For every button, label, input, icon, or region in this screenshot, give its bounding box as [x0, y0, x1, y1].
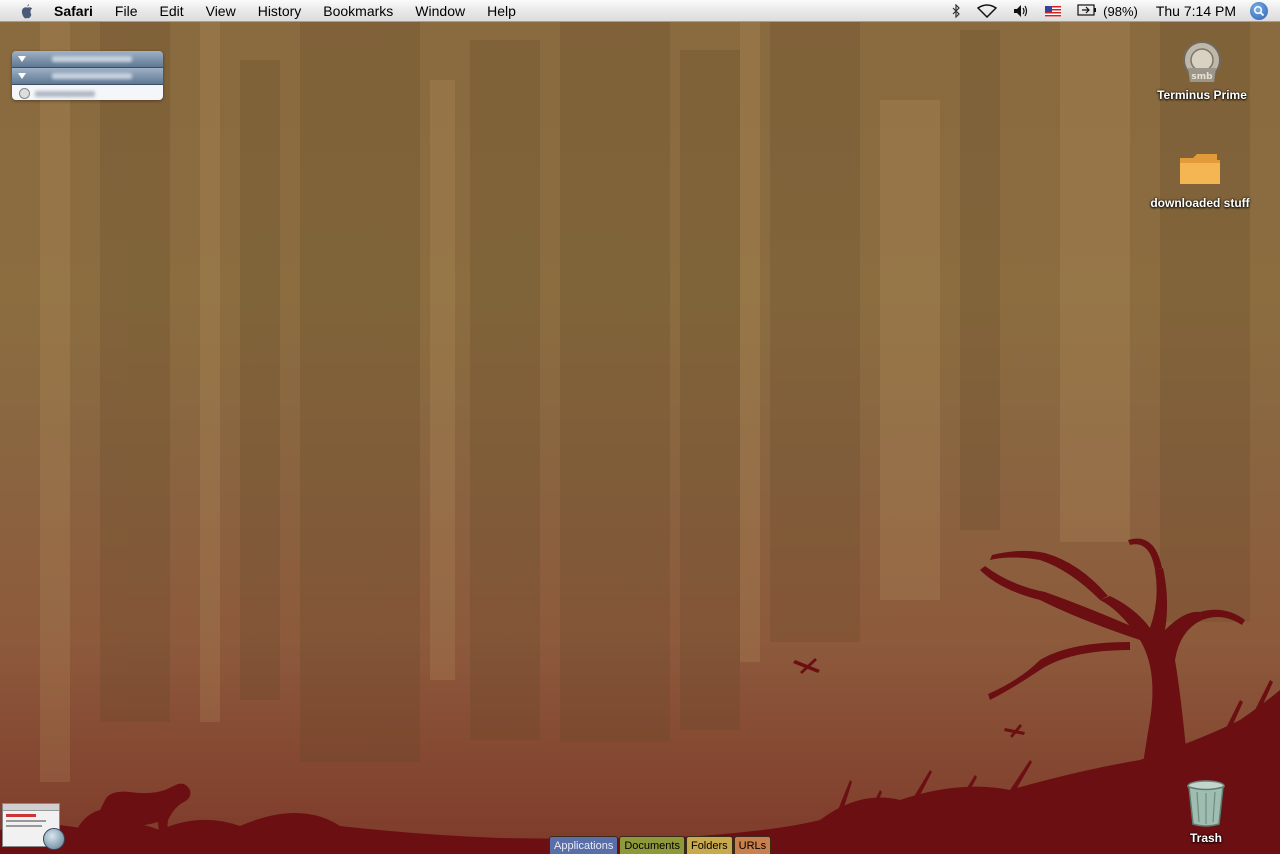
redacted-text [35, 90, 95, 97]
thumbnail-line [6, 825, 42, 827]
blurred-widget-panel[interactable] [12, 51, 163, 100]
thumbnail-titlebar [3, 804, 59, 811]
trash-icon [1146, 778, 1266, 828]
battery-icon [1077, 3, 1097, 19]
redacted-text [52, 73, 132, 79]
menu-extras: (98%) Thu 7:14 PM [944, 0, 1280, 22]
desktop: Safari File Edit View History Bookmarks … [0, 0, 1280, 854]
menu-file[interactable]: File [104, 0, 149, 22]
window-thumbnail[interactable] [2, 803, 65, 850]
smb-server-icon: smb [1142, 38, 1262, 88]
redacted-text [52, 56, 132, 62]
widget-row[interactable] [12, 85, 163, 100]
drawer-tabs: Applications Documents Folders URLs [549, 836, 772, 854]
battery-percent: (98%) [1103, 3, 1138, 19]
menu-window[interactable]: Window [404, 0, 476, 22]
menu-bookmarks[interactable]: Bookmarks [312, 0, 404, 22]
disclosure-triangle-icon[interactable] [18, 73, 26, 79]
add-circle-icon[interactable] [43, 828, 65, 850]
tab-applications[interactable]: Applications [549, 836, 619, 854]
menu-history[interactable]: History [247, 0, 313, 22]
desktop-icon-trash[interactable]: Trash [1146, 778, 1266, 845]
thumbnail-line [6, 820, 46, 822]
folder-icon [1140, 150, 1260, 190]
svg-text:smb: smb [1191, 72, 1213, 82]
tab-folders[interactable]: Folders [685, 836, 733, 854]
battery-status[interactable]: (98%) [1077, 4, 1138, 19]
app-menu-safari[interactable]: Safari [54, 0, 104, 22]
desktop-icon-label: Terminus Prime [1157, 88, 1247, 102]
disclosure-triangle-icon[interactable] [18, 56, 26, 62]
desktop-icon-label: Trash [1189, 831, 1222, 845]
menu-clock[interactable]: Thu 7:14 PM [1156, 3, 1236, 19]
volume-icon[interactable] [1013, 4, 1029, 18]
menu-help[interactable]: Help [476, 0, 527, 22]
menu-view[interactable]: View [195, 0, 247, 22]
wallpaper-silhouette [0, 498, 1280, 854]
menu-edit[interactable]: Edit [148, 0, 194, 22]
desktop-icon-folder[interactable]: downloaded stuff [1140, 150, 1260, 210]
widget-row[interactable] [12, 68, 163, 85]
wifi-icon[interactable] [977, 4, 998, 18]
bluetooth-icon[interactable] [952, 4, 961, 18]
spotlight-icon[interactable] [1250, 2, 1268, 20]
tab-documents[interactable]: Documents [619, 836, 685, 854]
status-circle-icon [19, 88, 30, 99]
desktop-icon-server[interactable]: smb Terminus Prime [1142, 38, 1262, 102]
desktop-icon-label: downloaded stuff [1150, 196, 1250, 210]
us-flag-icon[interactable] [1045, 5, 1062, 17]
apple-icon[interactable] [18, 2, 36, 20]
menu-bar: Safari File Edit View History Bookmarks … [0, 0, 1280, 22]
tab-urls[interactable]: URLs [733, 836, 772, 854]
widget-row[interactable] [12, 51, 163, 68]
thumbnail-line [6, 814, 36, 817]
